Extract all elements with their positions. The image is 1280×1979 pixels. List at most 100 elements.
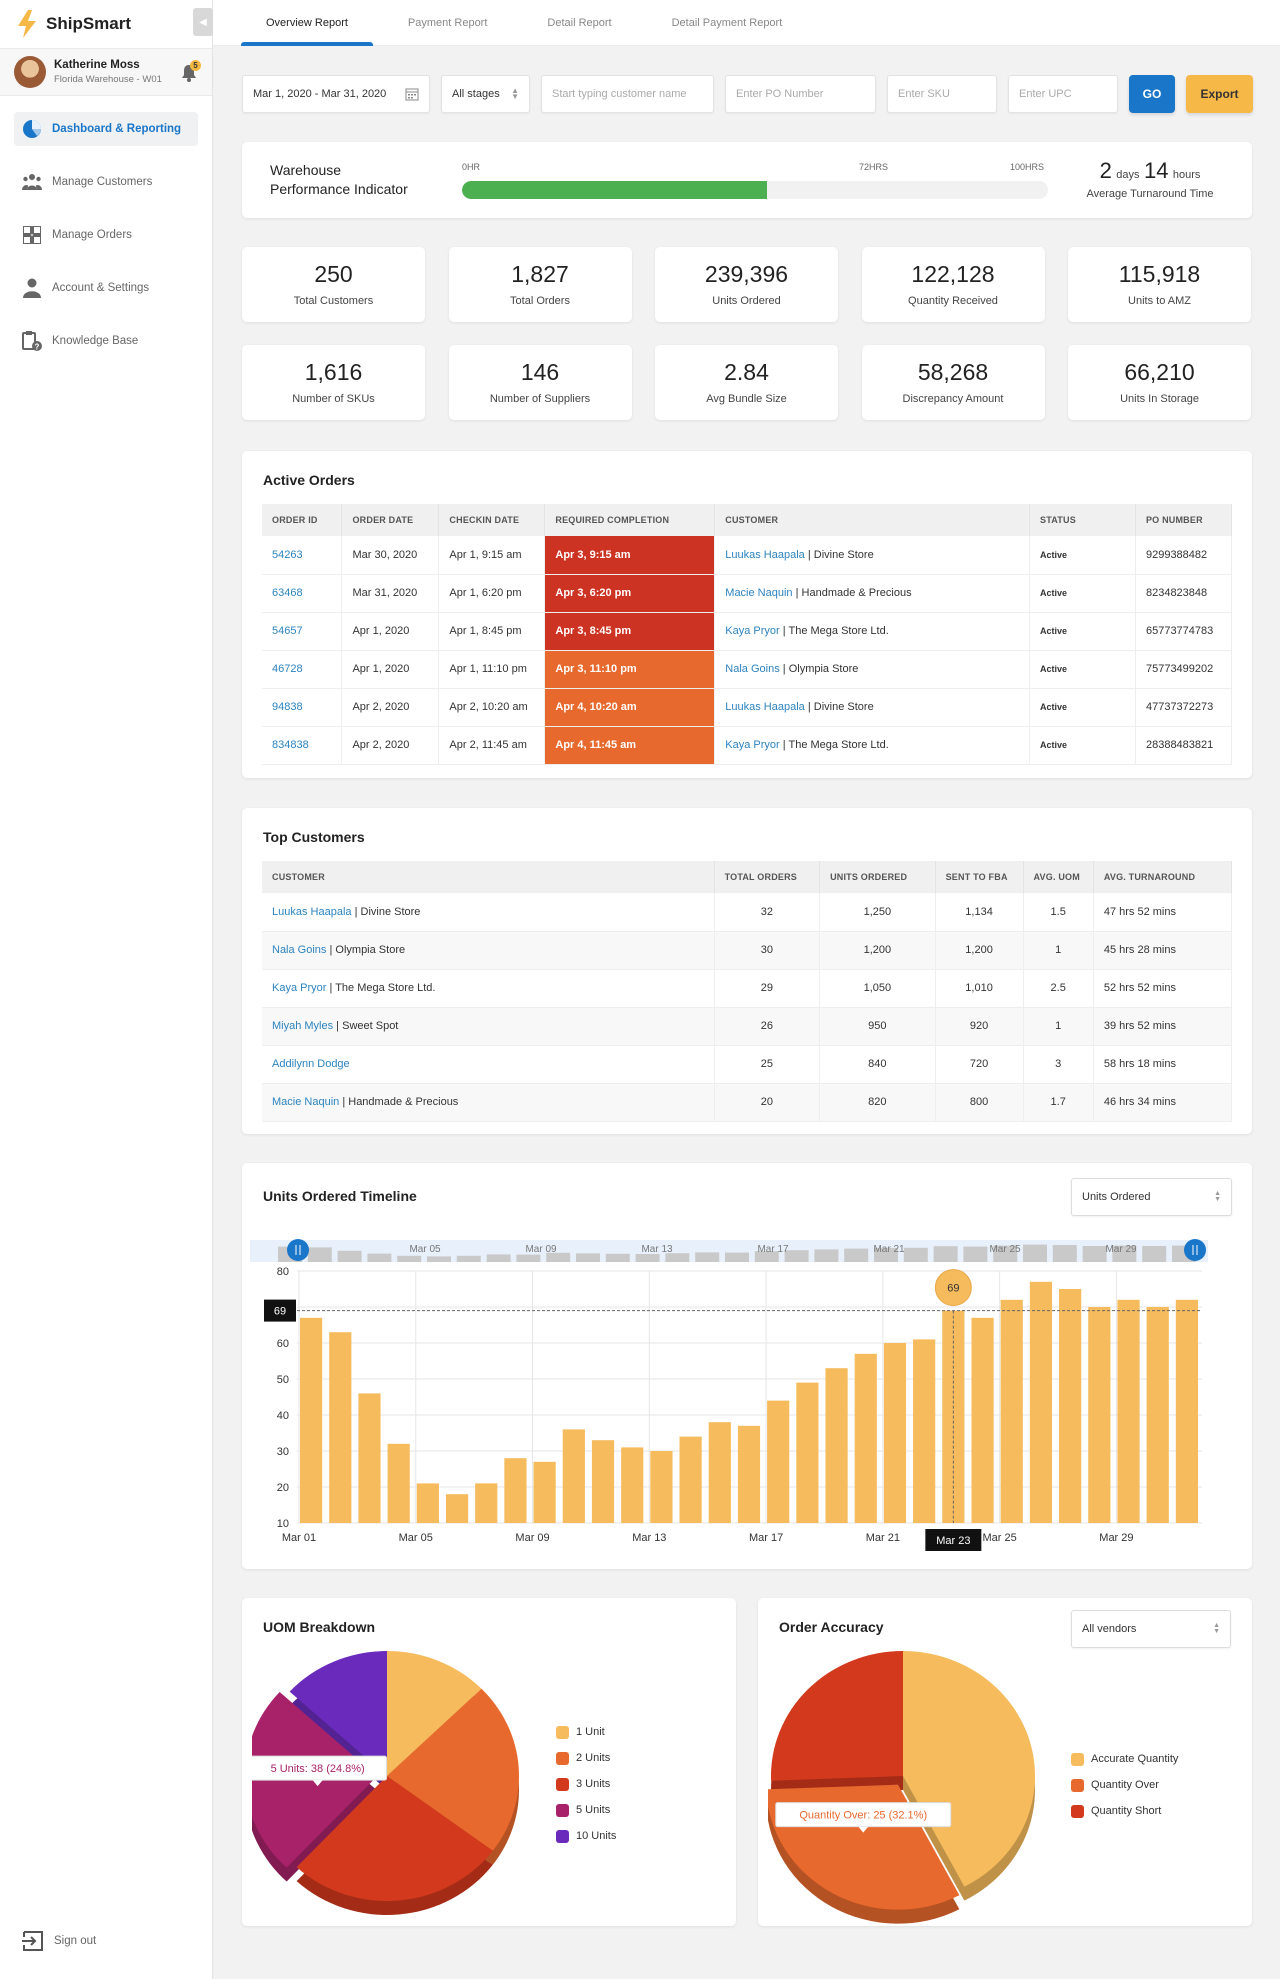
bar-mar-12[interactable] (621, 1447, 644, 1523)
column-header[interactable]: AVG. UOM (1023, 861, 1094, 893)
notifications-button[interactable]: 5 (180, 60, 201, 83)
bar-mar-08[interactable] (504, 1458, 527, 1523)
bar-mar-29[interactable] (1117, 1299, 1140, 1523)
bar-mar-07[interactable] (475, 1483, 498, 1523)
bar-mar-16[interactable] (737, 1425, 761, 1523)
table-row[interactable]: Luukas Haapala | Divine Store 32 1,250 1,13… (262, 893, 1233, 932)
bar-mar-14[interactable] (679, 1436, 702, 1523)
table-row[interactable]: Miyah Myles | Sweet Spot 26 950 920 1 39 hrs … (262, 1007, 1233, 1046)
go-button[interactable]: GO (1129, 75, 1175, 113)
order-id-link[interactable]: 54263 (272, 549, 303, 561)
table-row[interactable]: 54657 Apr 1, 2020 Apr 1, 8:45 pm Apr 3, 8:4… (262, 612, 1233, 651)
collapse-sidebar-button[interactable]: ◀ (193, 8, 213, 36)
customer-link[interactable]: Macie Naquin (272, 1096, 339, 1108)
bar-mar-02[interactable] (329, 1332, 352, 1523)
sidebar-item-customers[interactable]: Manage Customers (14, 165, 198, 199)
bar-mar-03[interactable] (358, 1393, 381, 1523)
stage-select[interactable]: All stages ▲ ▼ (441, 75, 530, 113)
sku-input[interactable] (898, 88, 986, 100)
sidebar-item-account[interactable]: Account & Settings (14, 271, 198, 305)
customer-link[interactable]: Kaya Pryor (272, 982, 326, 994)
customer-link[interactable]: Kaya Pryor (725, 739, 779, 751)
customer-link[interactable]: Luukas Haapala (272, 906, 352, 918)
table-row[interactable]: Nala Goins | Olympia Store 30 1,200 1,200 1 4… (262, 931, 1233, 970)
column-header[interactable]: CUSTOMER (714, 504, 1031, 536)
column-header[interactable]: UNITS ORDERED (819, 861, 936, 893)
customer-link[interactable]: Addilynn Dodge (272, 1058, 350, 1070)
bar-mar-01[interactable] (300, 1317, 323, 1523)
table-row[interactable]: 94838 Apr 2, 2020 Apr 2, 10:20 am Apr 4, 10… (262, 688, 1233, 727)
table-row[interactable]: 834838 Apr 2, 2020 Apr 2, 11:45 am Apr 4, 1… (262, 726, 1233, 765)
customer-link[interactable]: Luukas Haapala (725, 549, 805, 561)
order-id-link[interactable]: 94838 (272, 701, 303, 713)
legend-item[interactable]: 1 Unit (556, 1719, 616, 1745)
vendor-select[interactable]: All vendors ▲ ▼ (1071, 1610, 1231, 1648)
sidebar-item-orders[interactable]: Manage Orders (14, 218, 198, 252)
export-button[interactable]: Export (1186, 75, 1253, 113)
order-id-link[interactable]: 46728 (272, 663, 303, 675)
bar-mar-20[interactable] (854, 1353, 877, 1523)
sidebar-item-dashboard[interactable]: Dashboard & Reporting (14, 112, 198, 146)
bar-mar-06[interactable] (445, 1494, 469, 1523)
table-row[interactable]: 63468 Mar 31, 2020 Apr 1, 6:20 pm Apr 3, 6:… (262, 574, 1233, 613)
tab-detail-report[interactable]: Detail Report (522, 0, 636, 46)
customer-search-input[interactable] (552, 88, 703, 100)
customer-link[interactable]: Macie Naquin (725, 587, 792, 599)
order-id-link[interactable]: 54657 (272, 625, 303, 637)
bar-mar-04[interactable] (387, 1443, 410, 1523)
bar-mar-31[interactable] (1175, 1299, 1198, 1523)
bar-mar-13[interactable] (650, 1451, 673, 1523)
column-header[interactable]: CHECKIN DATE (438, 504, 546, 536)
bar-mar-15[interactable] (708, 1422, 731, 1523)
column-header[interactable]: CUSTOMER (262, 861, 715, 893)
bar-mar-30[interactable] (1146, 1307, 1169, 1523)
table-row[interactable]: 54263 Mar 30, 2020 Apr 1, 9:15 am Apr 3, 9:… (262, 536, 1233, 575)
column-header[interactable]: ORDER ID (262, 504, 343, 536)
po-number-field[interactable] (725, 75, 876, 113)
order-id-link[interactable]: 834838 (272, 739, 309, 751)
legend-item[interactable]: 10 Units (556, 1823, 616, 1849)
table-row[interactable]: Macie Naquin | Handmade & Precious 20 820 8… (262, 1083, 1233, 1122)
bar-mar-19[interactable] (825, 1368, 848, 1523)
customer-link[interactable]: Nala Goins (272, 944, 326, 956)
column-header[interactable]: STATUS (1029, 504, 1136, 536)
tab-payment-report[interactable]: Payment Report (383, 0, 512, 46)
pie-slice-quantity-short[interactable] (771, 1651, 903, 1781)
column-header[interactable]: PO NUMBER (1135, 504, 1233, 536)
bar-mar-24[interactable] (971, 1317, 994, 1523)
column-header[interactable]: ORDER DATE (341, 504, 440, 536)
bar-mar-27[interactable] (1059, 1289, 1082, 1523)
bar-mar-10[interactable] (562, 1429, 585, 1523)
table-row[interactable]: Addilynn Dodge 25 840 720 3 58 hrs 18 mins (262, 1045, 1233, 1084)
tab-overview-report[interactable]: Overview Report (241, 0, 373, 46)
legend-item[interactable]: 2 Units (556, 1745, 616, 1771)
sign-out-button[interactable]: Sign out (22, 1930, 96, 1952)
customer-link[interactable]: Luukas Haapala (725, 701, 805, 713)
legend-item[interactable]: 3 Units (556, 1771, 616, 1797)
legend-item[interactable]: Accurate Quantity (1071, 1746, 1178, 1772)
customer-link[interactable]: Miyah Myles (272, 1020, 333, 1032)
bar-mar-25[interactable] (1000, 1299, 1023, 1523)
bar-mar-09[interactable] (533, 1461, 556, 1523)
table-row[interactable]: Kaya Pryor | The Mega Store Ltd. 29 1,050 1… (262, 969, 1233, 1008)
user-profile[interactable]: Katherine Moss Florida Warehouse - W01 5 (0, 48, 212, 96)
bar-mar-21[interactable] (883, 1343, 907, 1523)
legend-item[interactable]: Quantity Short (1071, 1798, 1178, 1824)
column-header[interactable]: AVG. TURNAROUND (1093, 861, 1233, 893)
column-header[interactable]: SENT TO FBA (935, 861, 1024, 893)
customer-search-field[interactable] (541, 75, 714, 113)
date-range-picker[interactable]: Mar 1, 2020 - Mar 31, 2020 (242, 75, 430, 113)
sku-field[interactable] (887, 75, 997, 113)
bar-mar-28[interactable] (1088, 1307, 1111, 1523)
tab-detail-payment-report[interactable]: Detail Payment Report (647, 0, 808, 46)
navigator-handle-right[interactable] (1184, 1239, 1206, 1261)
column-header[interactable]: TOTAL ORDERS (714, 861, 821, 893)
bar-mar-22[interactable] (913, 1339, 936, 1523)
bar-mar-18[interactable] (796, 1382, 819, 1523)
table-row[interactable]: 46728 Apr 1, 2020 Apr 1, 11:10 pm Apr 3, 11… (262, 650, 1233, 689)
order-id-link[interactable]: 63468 (272, 587, 303, 599)
sidebar-item-knowledge-base[interactable]: ? Knowledge Base (14, 324, 198, 358)
bar-mar-11[interactable] (591, 1440, 615, 1523)
logo[interactable]: ShipSmart (0, 0, 212, 48)
bar-mar-17[interactable] (767, 1400, 790, 1523)
